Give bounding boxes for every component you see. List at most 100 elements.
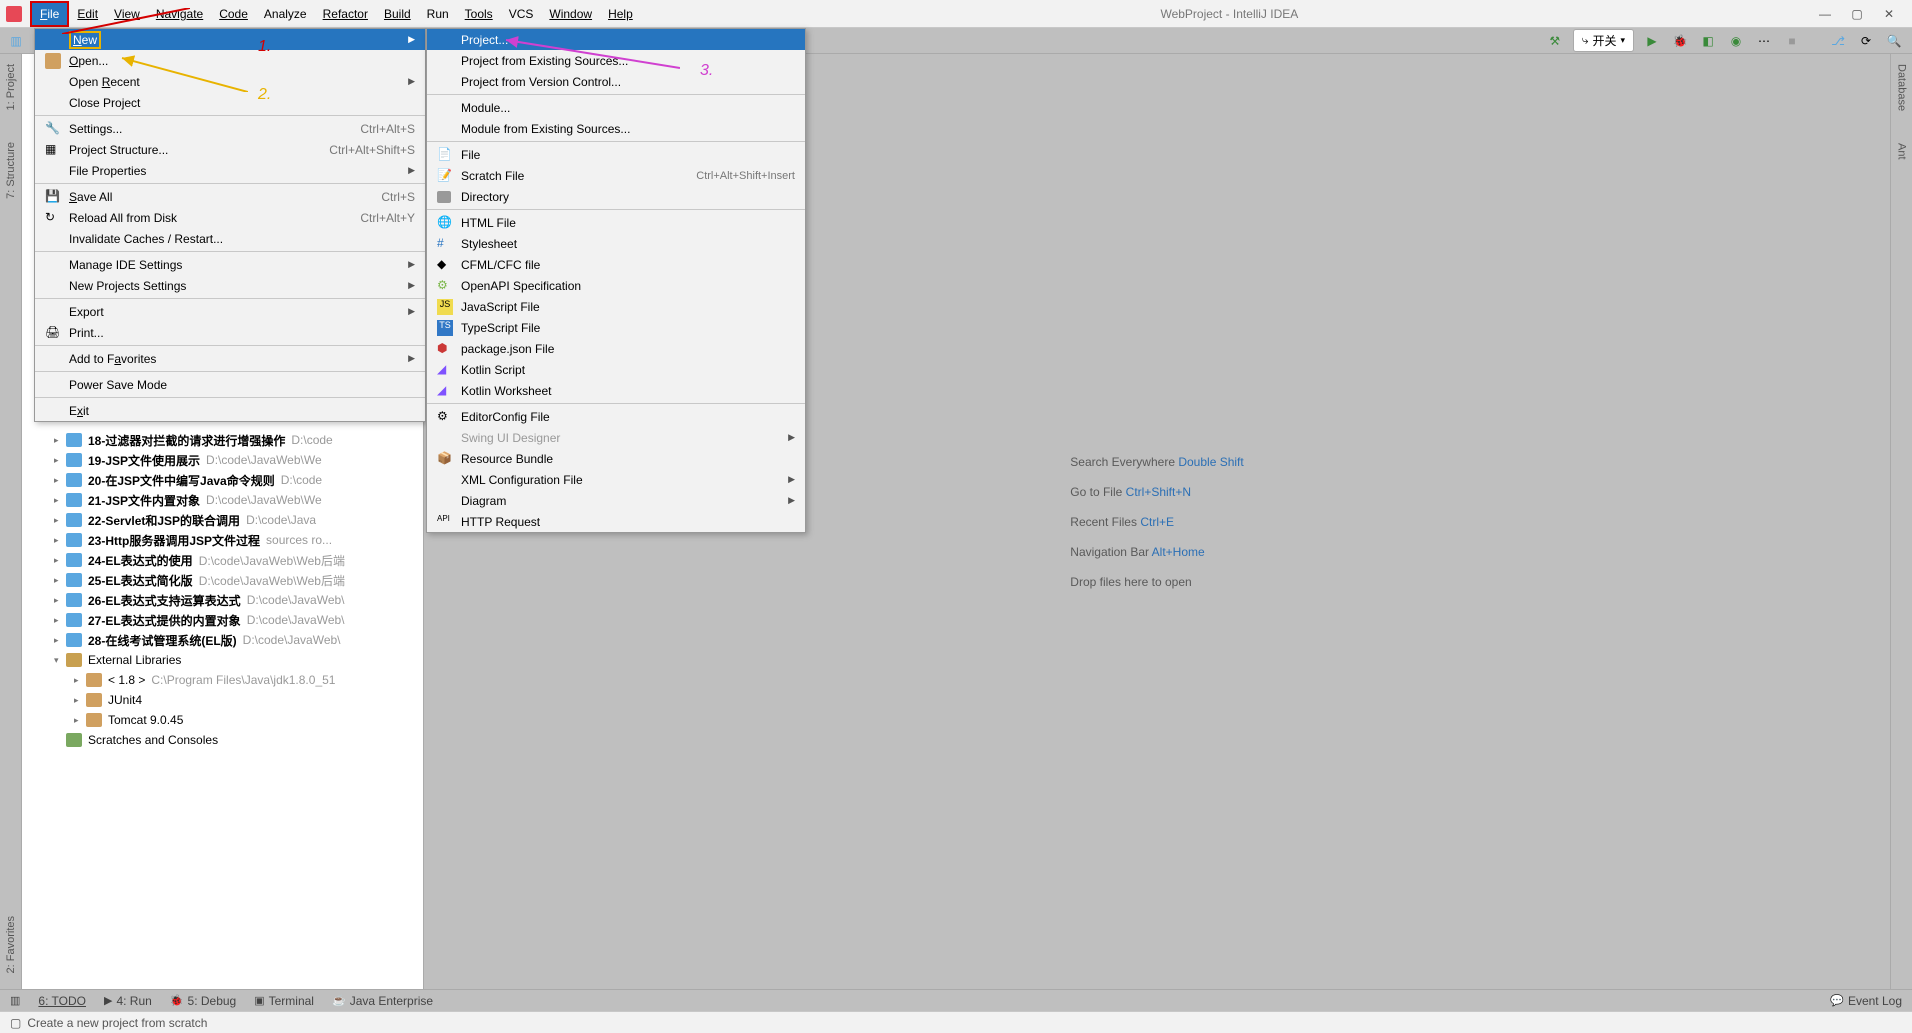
menu-run[interactable]: Run [419,3,457,25]
module-icon [66,513,82,527]
file-menu-add-favorites[interactable]: Add to Favorites▶ [35,348,425,369]
tree-lib-item[interactable]: ▸< 1.8 >C:\Program Files\Java\jdk1.8.0_5… [24,670,423,690]
menu-edit[interactable]: Edit [69,3,106,25]
file-menu-project-structure[interactable]: ▦ Project Structure...Ctrl+Alt+Shift+S [35,139,425,160]
file-menu-print[interactable]: 🖨 Print... [35,322,425,343]
new-menu-openapi[interactable]: ⚙OpenAPI Specification [427,275,805,296]
new-menu-swing[interactable]: Swing UI Designer▶ [427,427,805,448]
new-menu-file[interactable]: 📄File [427,144,805,165]
run-configuration-select[interactable]: ⤷ 开关 ▾ [1573,29,1634,52]
tree-row[interactable]: ▸23-Http服务器调用JSP文件过程sources ro... [24,530,423,550]
tree-row[interactable]: ▸20-在JSP文件中编写Java命令规则D:\code [24,470,423,490]
attach-icon[interactable]: ⋯ [1754,31,1774,51]
file-menu-new[interactable]: New ▶ [35,29,425,50]
new-menu-js[interactable]: JSJavaScript File [427,296,805,317]
file-menu-close-project[interactable]: Close Project [35,92,425,113]
menu-view[interactable]: View [106,3,148,25]
file-menu-invalidate[interactable]: Invalidate Caches / Restart... [35,228,425,249]
menu-vcs[interactable]: VCS [501,3,542,25]
new-menu-resource-bundle[interactable]: 📦Resource Bundle [427,448,805,469]
file-menu-open[interactable]: Open... [35,50,425,71]
file-menu-manage-ide[interactable]: Manage IDE Settings▶ [35,254,425,275]
minimize-icon[interactable]: — [1818,7,1832,21]
tree-scratches[interactable]: Scratches and Consoles [24,730,423,750]
gutter-tab-favorites[interactable]: 2: Favorites [3,910,19,979]
profile-icon[interactable]: ◉ [1726,31,1746,51]
stop-icon[interactable]: ■ [1782,31,1802,51]
new-menu-ts[interactable]: TSTypeScript File [427,317,805,338]
file-menu-new-projects-settings[interactable]: New Projects Settings▶ [35,275,425,296]
gutter-tab-database[interactable]: Database [1894,58,1910,117]
tree-row[interactable]: ▸21-JSP文件内置对象D:\code\JavaWeb\We [24,490,423,510]
file-menu-export[interactable]: Export▶ [35,301,425,322]
coverage-icon[interactable]: ◧ [1698,31,1718,51]
new-menu-diagram[interactable]: Diagram▶ [427,490,805,511]
new-menu-xml-config[interactable]: XML Configuration File▶ [427,469,805,490]
gutter-tab-project[interactable]: 1: Project [3,58,19,116]
gutter-tab-structure[interactable]: 7: Structure [3,136,19,205]
search-icon[interactable]: 🔍 [1884,31,1904,51]
new-menu-project[interactable]: Project... [427,29,805,50]
close-icon[interactable]: ✕ [1882,7,1896,21]
tree-row[interactable]: ▸27-EL表达式提供的内置对象D:\code\JavaWeb\ [24,610,423,630]
bottom-tab-debug[interactable]: 🐞 5: Debug [170,994,236,1008]
menu-code[interactable]: Code [211,3,256,25]
file-menu-power-save[interactable]: Power Save Mode [35,374,425,395]
menu-analyze[interactable]: Analyze [256,3,315,25]
menu-tools[interactable]: Tools [457,3,501,25]
gutter-tab-ant[interactable]: Ant [1894,137,1910,166]
chevron-down-icon: ▾ [54,655,64,666]
tree-row[interactable]: ▸25-EL表达式简化版D:\code\JavaWeb\Web后端 [24,570,423,590]
http-icon: API [437,514,453,530]
bottom-tab-terminal[interactable]: ▣ Terminal [254,994,314,1008]
menu-build[interactable]: Build [376,3,419,25]
update-icon[interactable]: ⟳ [1856,31,1876,51]
chevron-right-icon: ▸ [54,435,64,446]
new-menu-scratch[interactable]: 📝Scratch FileCtrl+Alt+Shift+Insert [427,165,805,186]
vcs-icon[interactable]: ⎇ [1828,31,1848,51]
menu-refactor[interactable]: Refactor [315,3,376,25]
hammer-icon[interactable]: ⚒ [1545,31,1565,51]
bottom-tab-event-log[interactable]: 💬 Event Log [1830,994,1902,1008]
menu-window[interactable]: Window [541,3,600,25]
new-menu-http[interactable]: APIHTTP Request [427,511,805,532]
new-menu-editorconfig[interactable]: ⚙EditorConfig File [427,406,805,427]
new-menu-package-json[interactable]: ⬢package.json File [427,338,805,359]
bottom-tab-window-icon[interactable]: ▥ [10,994,20,1007]
file-menu-reload[interactable]: ↻ Reload All from DiskCtrl+Alt+Y [35,207,425,228]
new-menu-project-existing[interactable]: Project from Existing Sources... [427,50,805,71]
menu-help[interactable]: Help [600,3,641,25]
new-menu-module-existing[interactable]: Module from Existing Sources... [427,118,805,139]
file-menu-settings[interactable]: 🔧 Settings...Ctrl+Alt+S [35,118,425,139]
tree-row[interactable]: ▸22-Servlet和JSP的联合调用D:\code\Java [24,510,423,530]
new-menu-project-vcs[interactable]: Project from Version Control... [427,71,805,92]
tree-row[interactable]: ▸28-在线考试管理系统(EL版)D:\code\JavaWeb\ [24,630,423,650]
folder-icon[interactable]: ▥ [6,31,26,51]
run-icon[interactable]: ▶ [1642,31,1662,51]
new-menu-kotlin-ws[interactable]: ◢Kotlin Worksheet [427,380,805,401]
bottom-tab-todo[interactable]: 6: TODO [38,994,86,1008]
file-menu-file-properties[interactable]: File Properties▶ [35,160,425,181]
new-menu-module[interactable]: Module... [427,97,805,118]
bottom-tab-run[interactable]: ▶ 4: Run [104,994,152,1008]
new-menu-html[interactable]: 🌐HTML File [427,212,805,233]
maximize-icon[interactable]: ▢ [1850,7,1864,21]
new-menu-kotlin-script[interactable]: ◢Kotlin Script [427,359,805,380]
menu-file[interactable]: File [30,1,69,27]
tree-row[interactable]: ▸18-过滤器对拦截的请求进行增强操作D:\code [24,430,423,450]
new-menu-stylesheet[interactable]: #Stylesheet [427,233,805,254]
tree-row[interactable]: ▸19-JSP文件使用展示D:\code\JavaWeb\We [24,450,423,470]
new-menu-cfml[interactable]: ◆CFML/CFC file [427,254,805,275]
bottom-tab-java-ee[interactable]: ☕ Java Enterprise [332,994,433,1008]
menu-navigate[interactable]: Navigate [148,3,211,25]
file-menu-exit[interactable]: Exit [35,400,425,421]
file-menu-save-all[interactable]: 💾 Save AllCtrl+S [35,186,425,207]
tree-row[interactable]: ▸26-EL表达式支持运算表达式D:\code\JavaWeb\ [24,590,423,610]
file-menu-open-recent[interactable]: Open Recent▶ [35,71,425,92]
tree-external-libraries[interactable]: ▾External Libraries [24,650,423,670]
debug-icon[interactable]: 🐞 [1670,31,1690,51]
new-menu-directory[interactable]: Directory [427,186,805,207]
tree-lib-item[interactable]: ▸Tomcat 9.0.45 [24,710,423,730]
tree-row[interactable]: ▸24-EL表达式的使用D:\code\JavaWeb\Web后端 [24,550,423,570]
tree-lib-item[interactable]: ▸JUnit4 [24,690,423,710]
